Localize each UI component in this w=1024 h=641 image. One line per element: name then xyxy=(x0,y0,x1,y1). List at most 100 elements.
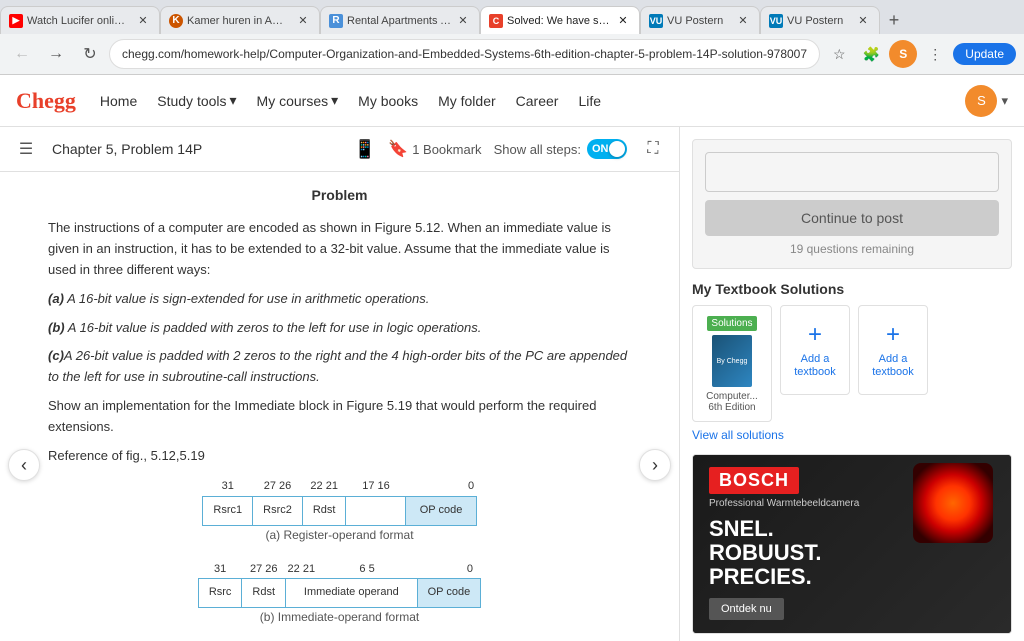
nav-study-tools-label: Study tools xyxy=(157,93,226,109)
extension-button[interactable]: 🧩 xyxy=(857,40,885,68)
tab-label-vu2: VU Postern xyxy=(787,15,851,27)
nav-life-label: Life xyxy=(578,93,601,109)
tab-vu2[interactable]: VU VU Postern ✕ xyxy=(760,6,880,34)
toggle-knob xyxy=(609,141,625,157)
menu-icon[interactable]: ☰ xyxy=(12,135,40,163)
nav-home-label: Home xyxy=(100,93,137,109)
figure-b-cell-row: Rsrc Rdst Immediate operand OP code xyxy=(198,579,480,608)
nav-life[interactable]: Life xyxy=(578,93,601,109)
plus-icon-2: + xyxy=(886,321,900,349)
nav-links: Home Study tools ▾ My courses ▾ My books… xyxy=(100,92,966,109)
figure-b-number-row: 31 27 26 22 21 6 5 0 xyxy=(198,561,480,579)
my-textbook-section: My Textbook Solutions Solutions By Chegg… xyxy=(692,281,1012,442)
figure-a-label: (a) Register-operand format xyxy=(265,526,413,545)
nav-my-folder[interactable]: My folder xyxy=(438,93,496,109)
nav-my-books[interactable]: My books xyxy=(358,93,418,109)
tab-close-rental[interactable]: ✕ xyxy=(455,13,471,29)
num-0-b: 0 xyxy=(459,561,480,579)
figure-b-table: 31 27 26 22 21 6 5 0 Rsrc Rdst Immediate… xyxy=(198,561,481,608)
tab-favicon-kamer: K xyxy=(169,14,183,28)
next-arrow[interactable]: › xyxy=(639,449,671,481)
imm-operand-cell: Immediate operand xyxy=(286,579,418,608)
tab-youtube[interactable]: ▶ Watch Lucifer online free ✕ xyxy=(0,6,160,34)
tab-kamer[interactable]: K Kamer huren in Amsterdam ✕ xyxy=(160,6,320,34)
tab-label-rental: Rental Apartments Amster... xyxy=(347,15,451,27)
left-panel: ☰ Chapter 5, Problem 14P 📱 🔖 1 Bookmark … xyxy=(0,127,680,641)
empty-cell-a xyxy=(346,496,406,525)
url-input[interactable] xyxy=(110,40,819,68)
tab-favicon-vu2: VU xyxy=(769,14,783,28)
tab-close-chegg[interactable]: ✕ xyxy=(615,13,631,29)
figure-a: 31 27 26 22 21 17 16 0 Rsrc1 Rsrc2 Rdst … xyxy=(48,478,631,548)
part-b-text: A 16-bit value is padded with zeros to t… xyxy=(68,320,482,335)
browser-chrome: ▶ Watch Lucifer online free ✕ K Kamer hu… xyxy=(0,0,1024,75)
right-panel: Continue to post 19 questions remaining … xyxy=(680,127,1024,641)
bosch-cta-button[interactable]: Ontdek nu xyxy=(709,598,784,620)
nav-my-courses[interactable]: My courses ▾ xyxy=(257,92,339,109)
figure-a-number-row: 31 27 26 22 21 17 16 0 xyxy=(203,478,476,496)
continue-label: Continue to post xyxy=(801,210,903,226)
tab-favicon-vu1: VU xyxy=(649,14,663,28)
part-c-text: A 26-bit value is padded with 2 zeros to… xyxy=(48,348,627,384)
bookmark-button[interactable]: 🔖 1 Bookmark xyxy=(388,139,481,159)
tab-rental[interactable]: R Rental Apartments Amster... ✕ xyxy=(320,6,480,34)
part-c-letter: c xyxy=(52,348,59,363)
add-textbook-label-1: Add a textbook xyxy=(781,353,849,379)
toggle-on-label: ON xyxy=(592,143,609,155)
chegg-navbar: Chegg Home Study tools ▾ My courses ▾ My… xyxy=(0,75,1024,127)
bosch-line2: ROBUUST. xyxy=(709,541,821,565)
chevron-down-icon-nav: ▾ xyxy=(1001,93,1008,109)
more-menu-button[interactable]: ⋮ xyxy=(921,40,949,68)
user-avatar[interactable]: S xyxy=(965,85,997,117)
phone-icon: 📱 xyxy=(354,139,376,160)
tab-label-chegg: Solved: We have seen how... xyxy=(507,15,611,27)
add-textbook-button-2[interactable]: + Add a textbook xyxy=(858,305,928,395)
bosch-line3: PRECIES. xyxy=(709,565,821,589)
textbook-solutions: Solutions By Chegg Computer... 6th Editi… xyxy=(692,305,1012,422)
reload-button[interactable]: ↻ xyxy=(76,40,104,68)
plus-icon-1: + xyxy=(808,321,822,349)
update-button[interactable]: Update xyxy=(953,43,1016,65)
num-empty xyxy=(406,478,466,496)
num-31-b: 31 xyxy=(198,561,242,579)
nav-right-section: S ▾ xyxy=(965,85,1008,117)
bosch-headline: SNEL. ROBUUST. PRECIES. xyxy=(709,517,821,590)
tab-vu1[interactable]: VU VU Postern ✕ xyxy=(640,6,760,34)
tab-close-youtube[interactable]: ✕ xyxy=(135,13,151,29)
continue-to-post-button[interactable]: Continue to post xyxy=(705,200,999,236)
new-tab-button[interactable]: + xyxy=(880,6,908,34)
bosch-line1: SNEL. xyxy=(709,517,821,541)
tab-close-vu2[interactable]: ✕ xyxy=(855,13,871,29)
tab-close-kamer[interactable]: ✕ xyxy=(295,13,311,29)
tab-close-vu1[interactable]: ✕ xyxy=(735,13,751,29)
show-steps-toggle[interactable]: ON xyxy=(587,139,627,159)
back-button[interactable]: ← xyxy=(8,40,36,68)
nav-home[interactable]: Home xyxy=(100,93,137,109)
nav-study-tools[interactable]: Study tools ▾ xyxy=(157,92,236,109)
profile-button[interactable]: S xyxy=(889,40,917,68)
textbook-card-1[interactable]: Solutions By Chegg Computer... 6th Editi… xyxy=(692,305,772,422)
bosch-logo: BOSCH xyxy=(709,467,799,494)
rsrc1-cell: Rsrc1 xyxy=(203,496,253,525)
post-input-box[interactable] xyxy=(705,152,999,192)
chegg-label-thumb: By Chegg xyxy=(717,358,748,365)
problem-content: ‹ › Problem The instructions of a comput… xyxy=(0,172,679,641)
prev-arrow[interactable]: ‹ xyxy=(8,449,40,481)
nav-career-label: Career xyxy=(516,93,559,109)
problem-part-c: (c)A 26-bit value is padded with 2 zeros… xyxy=(48,346,631,388)
chegg-logo[interactable]: Chegg xyxy=(16,88,76,114)
browser-actions: ☆ 🧩 S ⋮ Update xyxy=(825,40,1016,68)
num-0: 0 xyxy=(466,478,476,496)
forward-button[interactable]: → xyxy=(42,40,70,68)
expand-button[interactable]: ⛶ xyxy=(639,135,667,163)
nav-career[interactable]: Career xyxy=(516,93,559,109)
nav-my-books-label: My books xyxy=(358,93,418,109)
tab-bar: ▶ Watch Lucifer online free ✕ K Kamer hu… xyxy=(0,0,1024,34)
bookmark-star-button[interactable]: ☆ xyxy=(825,40,853,68)
figure-b-label: (b) Immediate-operand format xyxy=(260,608,419,627)
tab-chegg[interactable]: C Solved: We have seen how... ✕ xyxy=(480,6,640,34)
problem-part-b: (b) A 16-bit value is padded with zeros … xyxy=(48,318,631,339)
show-steps-control: Show all steps: ON xyxy=(494,139,627,159)
add-textbook-button-1[interactable]: + Add a textbook xyxy=(780,305,850,395)
view-all-solutions-link[interactable]: View all solutions xyxy=(692,428,1012,442)
